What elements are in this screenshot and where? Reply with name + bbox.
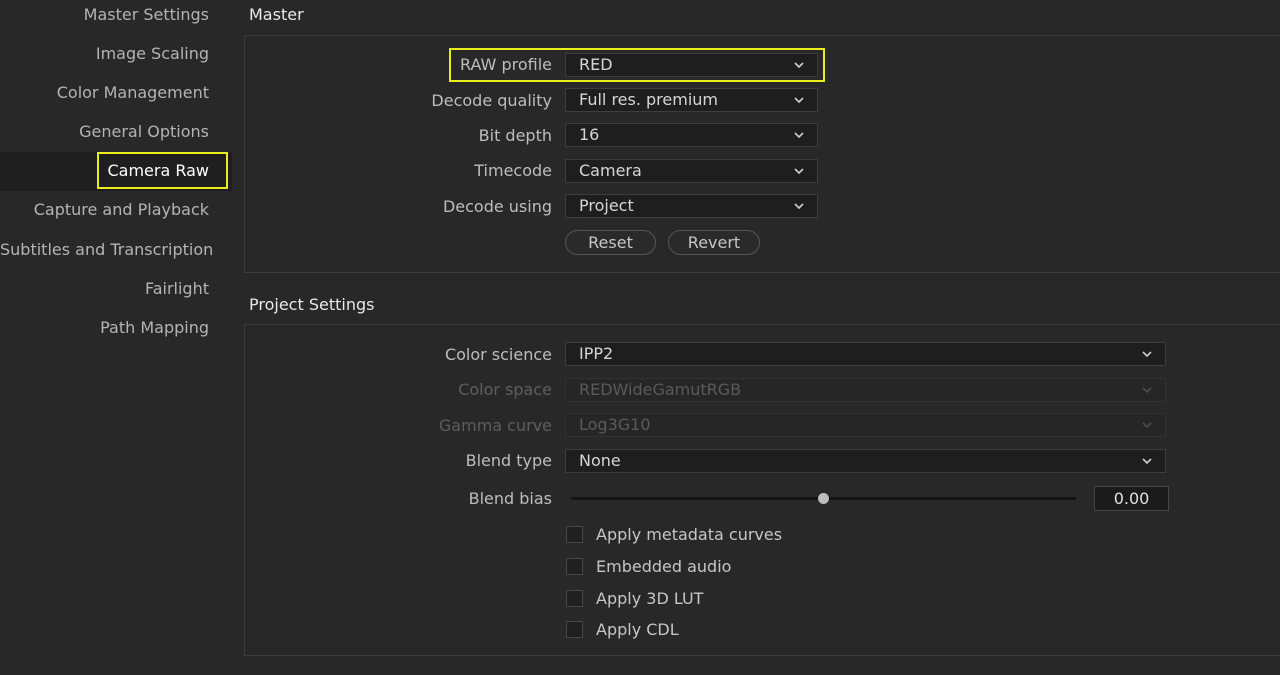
- timecode-select[interactable]: Camera: [565, 159, 818, 183]
- blend-bias-slider-handle[interactable]: [818, 493, 829, 504]
- sidebar-item-path-mapping[interactable]: Path Mapping: [0, 318, 209, 338]
- timecode-value: Camera: [579, 161, 642, 180]
- blend-bias-value-field[interactable]: 0.00: [1094, 486, 1169, 511]
- blend-type-select[interactable]: None: [565, 449, 1166, 473]
- decode-quality-value: Full res. premium: [579, 90, 719, 109]
- project-settings-section-title: Project Settings: [249, 295, 375, 314]
- gamma-curve-label: Gamma curve: [438, 416, 552, 435]
- blend-bias-label: Blend bias: [468, 489, 552, 508]
- chevron-down-icon: [794, 203, 804, 210]
- chevron-down-icon: [794, 168, 804, 175]
- gamma-curve-select: Log3G10: [565, 413, 1166, 437]
- sidebar-item-fairlight[interactable]: Fairlight: [0, 279, 209, 299]
- checkbox-box[interactable]: [566, 621, 583, 638]
- master-section-title: Master: [249, 5, 304, 24]
- bit-depth-value: 16: [579, 125, 600, 144]
- color-space-select: REDWideGamutRGB: [565, 378, 1166, 402]
- gamma-curve-value: Log3G10: [579, 415, 651, 434]
- color-space-value: REDWideGamutRGB: [579, 380, 742, 399]
- chevron-down-icon: [1142, 422, 1152, 429]
- settings-sidebar: Master Settings Image Scaling Color Mana…: [0, 0, 232, 675]
- revert-button[interactable]: Revert: [668, 230, 760, 255]
- chevron-down-icon: [1142, 387, 1152, 394]
- decode-using-select[interactable]: Project: [565, 194, 818, 218]
- bit-depth-select[interactable]: 16: [565, 123, 818, 147]
- chevron-down-icon: [794, 97, 804, 104]
- sidebar-item-master-settings[interactable]: Master Settings: [0, 5, 209, 25]
- checkbox-label: Apply metadata curves: [596, 525, 783, 544]
- raw-profile-highlight-box: [449, 48, 825, 82]
- chevron-down-icon: [794, 132, 804, 139]
- checkbox-label: Apply CDL: [596, 620, 679, 639]
- checkbox-box[interactable]: [566, 526, 583, 543]
- camera-raw-highlight-box: [97, 152, 228, 189]
- decode-quality-select[interactable]: Full res. premium: [565, 88, 818, 112]
- color-space-label: Color space: [458, 380, 552, 399]
- decode-quality-label: Decode quality: [431, 91, 552, 110]
- color-science-select[interactable]: IPP2: [565, 342, 1166, 366]
- chevron-down-icon: [1142, 458, 1152, 465]
- reset-button[interactable]: Reset: [565, 230, 656, 255]
- checkbox-box[interactable]: [566, 558, 583, 575]
- bit-depth-label: Bit depth: [478, 126, 552, 145]
- checkbox-box[interactable]: [566, 590, 583, 607]
- sidebar-item-image-scaling[interactable]: Image Scaling: [0, 44, 209, 64]
- decode-using-label: Decode using: [442, 197, 552, 216]
- sidebar-item-color-management[interactable]: Color Management: [0, 83, 209, 103]
- timecode-label: Timecode: [474, 161, 552, 180]
- color-science-label: Color science: [444, 345, 552, 364]
- blend-type-label: Blend type: [465, 451, 552, 470]
- color-science-value: IPP2: [579, 344, 614, 363]
- sidebar-item-general-options[interactable]: General Options: [0, 122, 209, 142]
- blend-type-value: None: [579, 451, 621, 470]
- sidebar-item-subtitles-and-transcription[interactable]: Subtitles and Transcription: [0, 240, 213, 260]
- sidebar-item-capture-and-playback[interactable]: Capture and Playback: [0, 200, 209, 220]
- chevron-down-icon: [1142, 351, 1152, 358]
- checkbox-label: Apply 3D LUT: [596, 589, 704, 608]
- checkbox-label: Embedded audio: [596, 557, 732, 576]
- decode-using-value: Project: [579, 196, 634, 215]
